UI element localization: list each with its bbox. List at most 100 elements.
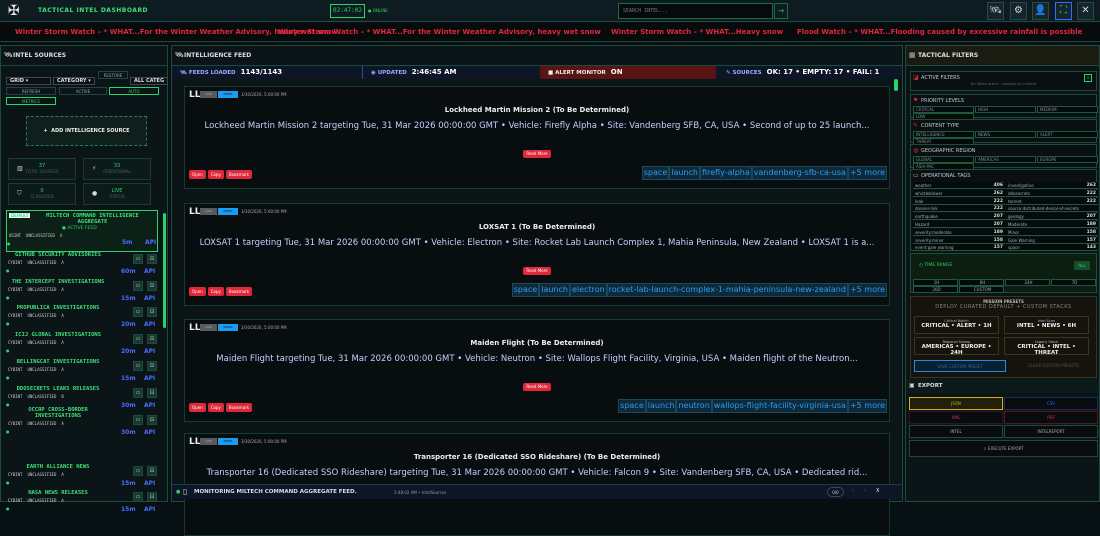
open-button[interactable]: Open [189,403,206,412]
close-button[interactable]: X [876,488,879,494]
tag-chip[interactable]: neutron [676,399,712,413]
auto-button[interactable]: AUTO [109,87,159,95]
tag-filter[interactable]: Hazard 207 [913,221,1005,228]
time-all-button[interactable]: ALL [1074,261,1090,270]
scope-intelreport[interactable]: INTELREPORT [1004,425,1098,438]
preview-button[interactable]: ▭ [133,254,143,264]
inbox-icon[interactable]: ⊡ [147,466,157,476]
refresh-button[interactable]: REFRESH [6,87,56,95]
preview-button[interactable]: ▭ [133,415,143,425]
tag-chip[interactable]: space [618,399,646,413]
gear-icon[interactable]: ⚙ [1010,2,1027,20]
tag-chip[interactable]: electron [569,283,607,297]
inbox-icon[interactable]: ⊡ [147,361,157,371]
preview-button[interactable]: ▭ [133,492,143,502]
ticker-item[interactable]: Winter Storm Watch – * WHAT...Heavy snow [611,28,783,36]
time-option[interactable]: 30D [913,286,958,293]
tag-filter[interactable]: severity:moderate 189 [913,228,1005,236]
preview-button[interactable]: ▭ [133,307,143,317]
copy-button[interactable]: Copy [207,287,224,296]
fullscreen-icon[interactable]: ⛶ [1055,2,1072,20]
time-option[interactable]: 1H [913,279,958,286]
tag-filter[interactable]: weather 406 [913,182,1005,189]
bookmark-button[interactable]: Bookmark [225,287,253,296]
tag-chip[interactable]: vandenberg-sfb-ca-usa [751,166,848,180]
save-preset-button[interactable]: SAVE CUSTOM PRESET [914,360,1006,372]
tag-chip[interactable]: +5 more [847,399,887,413]
card-title[interactable]: Maiden Flight (To Be Determined) [185,339,889,347]
tag-filter[interactable]: investigative 262 [1006,182,1098,189]
read-more-button[interactable]: Read More [523,150,551,158]
feed-card[interactable]: LL LOW NEWS 3/30/2026, 5:00:00 PM Lockheed M… [184,86,890,189]
preview-button[interactable]: ▭ [133,334,143,344]
ticker-item[interactable]: Flood Watch – * WHAT...Flooding caused b… [797,28,1082,36]
tag-filter[interactable]: geology 207 [1006,213,1098,221]
alert-monitor[interactable]: ■ ALERT MONITOR ON [540,66,716,79]
alert-ticker[interactable]: Winter Storm Watch – * WHAT...For the Wi… [0,23,1100,42]
copy-button[interactable]: Copy [207,403,224,412]
close-icon[interactable]: ✕ [1077,2,1094,20]
filter-chip[interactable]: MEDIUM [1037,106,1098,113]
time-option[interactable]: CUSTOM [959,286,1004,293]
source-item[interactable]: OCCRP CROSS-BORDER INVESTIGATIONS CYBINT U… [6,407,158,453]
next-button[interactable]: › [864,488,866,494]
format-xml[interactable]: XML [909,411,1003,424]
scrollbar[interactable] [163,213,166,328]
preset-button[interactable]: Regional Sweep AMERICAS • EUROPE • 24H [914,337,999,356]
metrics-button[interactable]: METRICS [6,97,56,105]
tag-filter[interactable]: ddosecrets 222 [1006,189,1098,197]
card-title[interactable]: Lockheed Martin Mission 2 (To Be Determi… [185,106,889,114]
preset-button[interactable]: Legacy Stack CRITICAL • INTEL • THREAT [1004,337,1089,356]
tag-filter[interactable]: Moderate 189 [1006,221,1098,228]
preview-button[interactable]: ▭ [133,361,143,371]
tag-chip[interactable]: wallops-flight-facility-virginia-usa [711,399,848,413]
inbox-icon[interactable]: ⊡ [147,281,157,291]
copy-button[interactable]: Copy [207,170,224,179]
filter-chip[interactable]: INTELLIGENCE [913,131,974,138]
filter-chip[interactable]: NEWS [975,131,1036,138]
card-title[interactable]: LOXSAT 1 (To Be Determined) [185,223,889,231]
search-input[interactable] [618,3,773,19]
scrollbar[interactable] [894,79,898,91]
tag-filter[interactable]: torrent 222 [1006,197,1098,205]
tag-chip[interactable]: +5 more [847,166,887,180]
feed-card[interactable]: LL LOW NEWS 3/30/2026, 5:00:00 PM Maiden Fli… [184,319,890,422]
inbox-icon[interactable]: ⊡ [147,388,157,398]
time-option[interactable]: 7D [1051,279,1096,286]
filter-chip[interactable]: CRITICAL [913,106,974,113]
card-title[interactable]: Transporter 16 (Dedicated SSO Rideshare)… [185,453,889,461]
read-more-button[interactable]: Read More [523,267,551,275]
restore-button[interactable]: RESTORE [98,71,128,79]
tag-chip[interactable]: launch [539,283,570,297]
inbox-icon[interactable]: ⊡ [147,334,157,344]
ticker-item[interactable]: Winter Storm Watch – * WHAT...For the Wi… [278,28,601,36]
tag-filter[interactable]: leak 222 [913,197,1005,205]
preset-button[interactable]: Critical Watch CRITICAL • ALERT • 1H [914,316,999,334]
preview-button[interactable]: ▭ [133,466,143,476]
tag-filter[interactable]: event:gale warning 157 [913,244,1005,252]
sort-select[interactable]: CATEGORY ▾ [53,77,95,85]
filter-chip[interactable]: ALERT [1037,131,1098,138]
source-item[interactable]: DEFAULT MILTECH COMMAND INTELLIGENCE AGGR… [6,210,158,252]
read-more-button[interactable]: Read More [523,383,551,391]
time-option[interactable]: 6H [959,279,1004,286]
prev-button[interactable]: ‹ [852,488,854,494]
tag-chip[interactable]: launch [645,399,677,413]
active-button[interactable]: ACTIVE [59,87,107,95]
tag-filter[interactable]: dossier-link 222 [913,205,1005,213]
filter-chip[interactable]: GLOBAL [913,156,974,163]
preview-button[interactable]: ▭ [133,281,143,291]
add-source-button[interactable]: + ADD INTELLIGENCE SOURCE [26,116,147,146]
tag-chip[interactable]: rocket-lab-launch-complex-1-mahia-penins… [606,283,848,297]
filter-select[interactable]: ALL CATEG [130,77,168,85]
inbox-icon[interactable]: ⊡ [147,254,157,264]
tag-chip[interactable]: firefly-alpha [699,166,752,180]
tag-filter[interactable]: Minor 158 [1006,228,1098,236]
clear-filters-button[interactable]: × [1084,74,1092,82]
tag-filter[interactable]: severity:minor 158 [913,236,1005,244]
format-csv[interactable]: CSV [1004,397,1098,410]
bookmark-button[interactable]: Bookmark [225,170,253,179]
tag-filter[interactable]: source:distributed-denial-of-secrets [1006,205,1098,213]
filter-chip[interactable]: EUROPE [1037,156,1098,163]
filter-chip[interactable]: AMERICAS [975,156,1036,163]
